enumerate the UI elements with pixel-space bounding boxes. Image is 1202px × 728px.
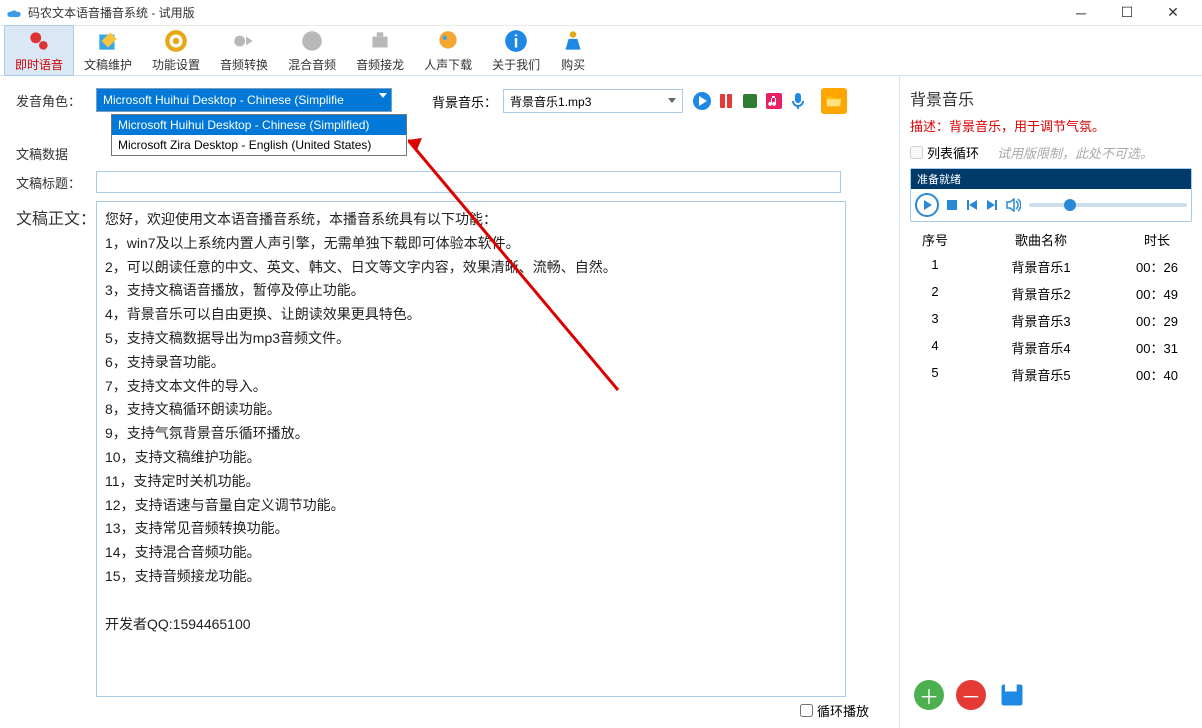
doc-data-label: 文稿数据: [16, 144, 96, 163]
player-prev-button[interactable]: [965, 198, 979, 212]
save-list-button[interactable]: [998, 681, 1026, 709]
bg-music-desc: 描述：背景音乐，用于调节气氛。: [910, 116, 1192, 135]
mix-icon: [299, 28, 325, 54]
titlebar: 码农文本语音播音系统 - 试用版 ─ ☐ ✕: [0, 0, 1202, 26]
window-title: 码农文本语音播音系统 - 试用版: [28, 4, 1058, 21]
remove-track-button[interactable]: －: [956, 680, 986, 710]
doc-title-label: 文稿标题：: [16, 173, 96, 192]
maximize-button[interactable]: ☐: [1104, 0, 1150, 26]
toolbar-audio-convert[interactable]: 音频转换: [210, 26, 278, 75]
app-icon: [6, 5, 22, 21]
add-track-button[interactable]: ＋: [914, 680, 944, 710]
main-toolbar: 即时语音 文稿维护 功能设置 音频转换 混合音频 音频接龙 人声下载 i 关于我…: [0, 26, 1202, 76]
toolbar-doc-maintain[interactable]: 文稿维护: [74, 26, 142, 75]
player-stop-button[interactable]: [947, 200, 957, 210]
folder-open-icon: [825, 92, 843, 110]
list-loop-checkbox: [910, 146, 923, 159]
track-row[interactable]: 3背景音乐300：29: [910, 307, 1192, 334]
toolbar-settings[interactable]: 功能设置: [142, 26, 210, 75]
bg-music-label: 背景音乐：: [432, 92, 497, 111]
toolbar-buy[interactable]: 购买: [550, 26, 596, 75]
player-seek-bar[interactable]: [1029, 203, 1187, 207]
minimize-button[interactable]: ─: [1058, 0, 1104, 26]
track-row[interactable]: 5背景音乐500：40: [910, 361, 1192, 388]
stop-button[interactable]: [739, 90, 761, 112]
track-table: 序号 歌曲名称 时长 1背景音乐100：26 2背景音乐200：49 3背景音乐…: [910, 226, 1192, 672]
open-folder-button[interactable]: [821, 88, 847, 114]
doc-body-textarea[interactable]: [96, 201, 846, 697]
loop-playback-checkbox[interactable]: 循环播放: [800, 701, 869, 720]
info-icon: i: [503, 28, 529, 54]
convert-icon: [231, 28, 257, 54]
voice-role-combo[interactable]: Microsoft Huihui Desktop - Chinese (Simp…: [96, 88, 392, 112]
gears-icon: [26, 28, 52, 54]
mic-button[interactable]: [787, 90, 809, 112]
player-next-button[interactable]: [985, 198, 999, 212]
left-panel: 发音角色： Microsoft Huihui Desktop - Chinese…: [0, 76, 899, 728]
player-status: 准备就绪: [911, 169, 1191, 189]
bg-music-title: 背景音乐: [910, 86, 1192, 110]
toolbar-realtime-voice[interactable]: 即时语音: [4, 25, 74, 76]
bg-music-combo[interactable]: 背景音乐1.mp3: [503, 89, 683, 113]
buy-icon: [560, 28, 586, 54]
gear-icon: [163, 28, 189, 54]
voice-option-zira[interactable]: Microsoft Zira Desktop - English (United…: [112, 135, 406, 155]
toolbar-audio-relay[interactable]: 音频接龙: [346, 26, 414, 75]
download-icon: [435, 28, 461, 54]
mini-player: 准备就绪: [910, 168, 1192, 222]
toolbar-voice-download[interactable]: 人声下载: [414, 26, 482, 75]
doc-title-input[interactable]: [96, 171, 841, 193]
player-volume-button[interactable]: [1005, 198, 1021, 212]
edit-icon: [95, 28, 121, 54]
player-play-button[interactable]: [915, 193, 939, 217]
toolbar-about[interactable]: i 关于我们: [482, 26, 550, 75]
pause-button[interactable]: [715, 90, 737, 112]
voice-option-huihui[interactable]: Microsoft Huihui Desktop - Chinese (Simp…: [112, 115, 406, 135]
trial-hint: 试用版限制，此处不可选。: [997, 143, 1153, 162]
voice-role-dropdown[interactable]: Microsoft Huihui Desktop - Chinese (Simp…: [111, 114, 407, 156]
doc-body-label: 文稿正文：: [16, 201, 96, 697]
track-row[interactable]: 4背景音乐400：31: [910, 334, 1192, 361]
track-row[interactable]: 1背景音乐100：26: [910, 253, 1192, 280]
toolbar-mix-audio[interactable]: 混合音频: [278, 26, 346, 75]
svg-text:i: i: [514, 32, 519, 52]
close-button[interactable]: ✕: [1150, 0, 1196, 26]
seek-thumb[interactable]: [1064, 199, 1076, 211]
play-button[interactable]: [691, 90, 713, 112]
voice-role-label: 发音角色：: [16, 91, 96, 110]
track-row[interactable]: 2背景音乐200：49: [910, 280, 1192, 307]
chevron-down-icon: [668, 98, 676, 103]
music-note-button[interactable]: [763, 90, 785, 112]
chevron-down-icon: [379, 93, 387, 98]
relay-icon: [367, 28, 393, 54]
right-panel: 背景音乐 描述：背景音乐，用于调节气氛。 列表循环 试用版限制，此处不可选。 准…: [899, 76, 1202, 728]
